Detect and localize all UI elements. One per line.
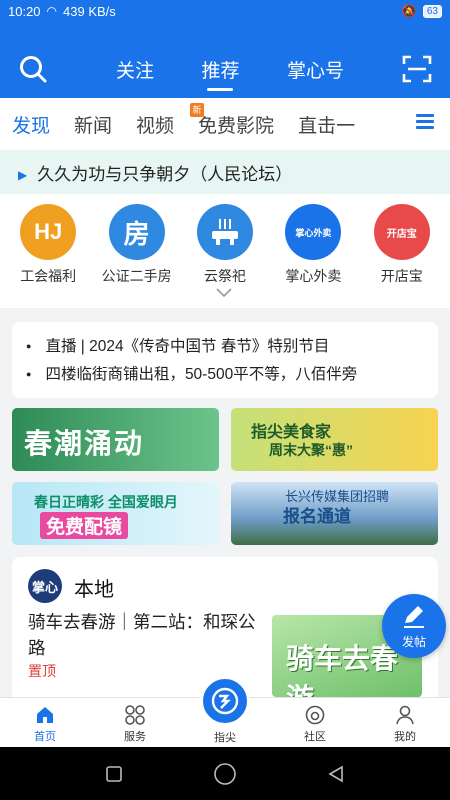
nav-label: 社区 [304,731,326,743]
incense-burner-icon [196,204,253,260]
fingertip-logo-icon [211,687,239,715]
banner-subtitle: 周末大聚“惠” [269,442,353,458]
play-triangle-icon: ▶ [18,168,28,182]
category-news[interactable]: 新闻 [74,111,112,138]
category-free-cinema[interactable]: 新 免费影院 [190,102,275,138]
category-video[interactable]: 视频 [136,111,174,138]
service-notary-house[interactable]: 房 公证二手房 [97,204,177,308]
banner-fingertip-foodie[interactable]: 指尖美食家 周末大聚“惠” [231,408,438,471]
feed-tabs: 关注 推荐 掌心号 [110,46,350,93]
status-bar: 10:20 ◠ 439 KB/s 🔕 63 [0,0,450,22]
nav-label: 首页 [34,731,56,743]
takeaway-bag-icon: 掌心外卖 [285,204,342,260]
banner-title: 指尖美食家 [251,424,332,441]
wifi-icon: ◠ [46,4,58,18]
banner-title: 春日正晴彩 全国爱眼月 [34,494,178,510]
new-badge: 新 [190,102,205,117]
home-icon [37,707,53,723]
mute-bell-icon: 🔕 [401,4,417,18]
zhangxin-logo: 掌心 [28,569,62,603]
nav-fingertip[interactable] [200,676,250,726]
search-icon[interactable] [18,54,48,84]
article-title[interactable]: 骑车去春游｜第二站：和琛公路 [28,609,256,661]
category-menu-icon[interactable] [416,114,434,130]
tab-recommend[interactable]: 推荐 [195,46,245,93]
nav-profile[interactable]: 我的 [360,698,450,747]
home-circle-icon[interactable] [213,762,237,786]
system-nav-bar [0,747,450,800]
app-header: 10:20 ◠ 439 KB/s 🔕 63 关注 推荐 掌心号 [0,0,450,98]
scan-icon[interactable] [402,54,432,84]
service-label: 开店宝 [380,268,423,284]
post-button-label: 发帖 [401,635,426,649]
shop-icon: 开店宝 [373,204,430,260]
category-free-cinema-label: 免费影院 [198,115,275,137]
recents-square-icon[interactable] [104,764,124,784]
service-label: 公证二手房 [101,268,172,284]
banner-subtitle: 免费配镜 [40,512,129,539]
service-shop-treasure[interactable]: 开店宝 开店宝 [362,204,442,308]
back-triangle-icon[interactable] [326,764,346,784]
pinned-tag: 置顶 [28,663,56,679]
category-discover[interactable]: 发现 [12,111,50,138]
headline-item[interactable]: 四楼临街商铺出租，50-500平不等，八佰伴旁 [26,360,424,388]
banner-recruitment[interactable]: 长兴传媒集团招聘 报名通道 [231,482,438,545]
profile-icon [396,705,414,725]
nav-home[interactable]: 首页 [0,698,90,747]
service-takeaway[interactable]: 掌心外卖 掌心外卖 [273,204,353,308]
service-grid: HJ 工会福利 房 公证二手房 云祭祀 掌心外卖 掌心外卖 开店宝 开店宝 [0,194,450,308]
service-label: 工会福利 [20,268,77,284]
status-time: 10:20 [8,3,41,19]
nav-services[interactable]: 服务 [90,698,180,747]
headline-item[interactable]: 直播 | 2024《传奇中国节 春节》特别节目 [26,332,424,360]
gift-icon: HJ [20,204,77,260]
banner-free-glasses[interactable]: 春日正晴彩 全国爱眼月 免费配镜 [12,482,219,545]
post-button[interactable]: 发帖 [382,594,446,658]
section-title: 本地 [74,579,114,601]
chevron-down-icon[interactable] [216,288,232,298]
top-nav: 关注 推荐 掌心号 [0,46,450,92]
news-ticker[interactable]: ▶ 久久为功与只争朝夕（人民论坛） [0,150,450,194]
category-tabs: 发现 新闻 视频 新 免费影院 直击一 [0,98,450,150]
nav-community[interactable]: 社区 [270,698,360,747]
category-live-report[interactable]: 直击一 [298,111,355,138]
nav-label: 指尖 [214,732,236,744]
pen-icon [404,606,424,628]
house-icon: 房 [108,204,165,260]
service-union-welfare[interactable]: HJ 工会福利 [8,204,88,308]
ticker-text: 久久为功与只争朝夕（人民论坛） [37,164,293,184]
battery-indicator: 63 [422,4,442,18]
tab-zhangxinhao[interactable]: 掌心号 [281,46,350,93]
nav-label: 我的 [394,731,416,743]
banner-subtitle: 报名通道 [283,507,351,526]
nav-label: 服务 [124,731,146,743]
services-icon [125,705,145,725]
banner-title: 春潮涌动 [24,427,145,460]
network-speed: 439 KB/s [63,3,116,19]
tab-follow[interactable]: 关注 [110,46,160,93]
service-label: 掌心外卖 [285,268,342,284]
service-label: 云祭祀 [203,268,246,284]
banner-spring-tide[interactable]: 春潮涌动 [12,408,219,471]
headline-list: 直播 | 2024《传奇中国节 春节》特别节目 四楼临街商铺出租，50-500平… [12,322,438,398]
community-icon [305,705,325,725]
